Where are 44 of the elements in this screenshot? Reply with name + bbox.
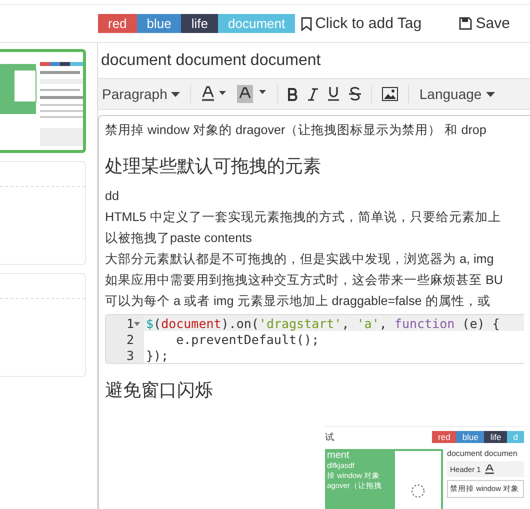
- tag: red: [432, 431, 456, 443]
- line-number: 3: [126, 348, 134, 362]
- paragraph: 如果应用中需要用到拖拽这种交互方式时，这会带来一些麻烦甚至 BU: [105, 272, 504, 289]
- caret-icon: [486, 92, 495, 96]
- paragraph: 以被拖拽了paste contents: [105, 230, 253, 247]
- underline-icon[interactable]: [328, 87, 340, 101]
- language-dropdown[interactable]: Language: [419, 86, 495, 102]
- code-line: e.preventDefault();: [175, 332, 320, 346]
- save-button[interactable]: Save: [458, 15, 510, 32]
- bookmark-icon: [301, 16, 312, 30]
- paragraph: 大部分元素默认都是不可拖拽的，但是实践中发现，浏览器为 a, img: [105, 251, 495, 268]
- add-tag-button[interactable]: Click to add Tag: [301, 15, 422, 32]
- tag[interactable]: red: [98, 14, 137, 33]
- strikethrough-icon[interactable]: [349, 87, 362, 101]
- line-number: 1: [126, 316, 134, 330]
- heading: 处理某些默认可拖拽的元素: [105, 155, 322, 178]
- italic-icon[interactable]: [308, 88, 318, 100]
- text-color-icon[interactable]: [201, 86, 228, 102]
- note-title-field[interactable]: document document document: [98, 43, 530, 78]
- format-dropdown[interactable]: Paragraph: [102, 86, 180, 102]
- paragraph: dd: [105, 188, 120, 205]
- code-line: $(document).on('dragstart', 'a', function (e) {: [146, 316, 500, 330]
- heading: 避免窗口闪烁: [105, 379, 214, 402]
- fold-icon[interactable]: [134, 322, 140, 326]
- sidebar-title: 试: [325, 430, 334, 444]
- line-number: 2: [126, 332, 134, 346]
- note-title: document documen: [447, 449, 518, 458]
- tag: d: [507, 431, 524, 443]
- paragraph: 可以为每个 a 或者 img 元素显示地加上 draggable=false 的属性，或: [105, 293, 492, 310]
- spinner-icon: [411, 484, 425, 498]
- card-title: ment: [327, 451, 350, 461]
- paragraph: 禁用掉 window 对象的 dragover（让拖拽图标显示为禁用） 和 drop: [105, 122, 488, 139]
- highlight-color-icon[interactable]: [237, 85, 268, 103]
- editor-area[interactable]: [98, 115, 530, 509]
- image-icon[interactable]: [382, 87, 398, 101]
- tag[interactable]: life: [181, 14, 218, 33]
- tag[interactable]: blue: [136, 14, 182, 33]
- paragraph: HTML5 中定义了一套实现元素拖拽的方式，简单说，只要给元素加上: [105, 209, 502, 226]
- tag: blue: [456, 431, 484, 443]
- code-line: });: [146, 348, 169, 362]
- caret-icon: [171, 92, 180, 96]
- bold-icon[interactable]: [288, 88, 298, 100]
- text-color-icon: [484, 464, 495, 474]
- tag: life: [484, 431, 508, 443]
